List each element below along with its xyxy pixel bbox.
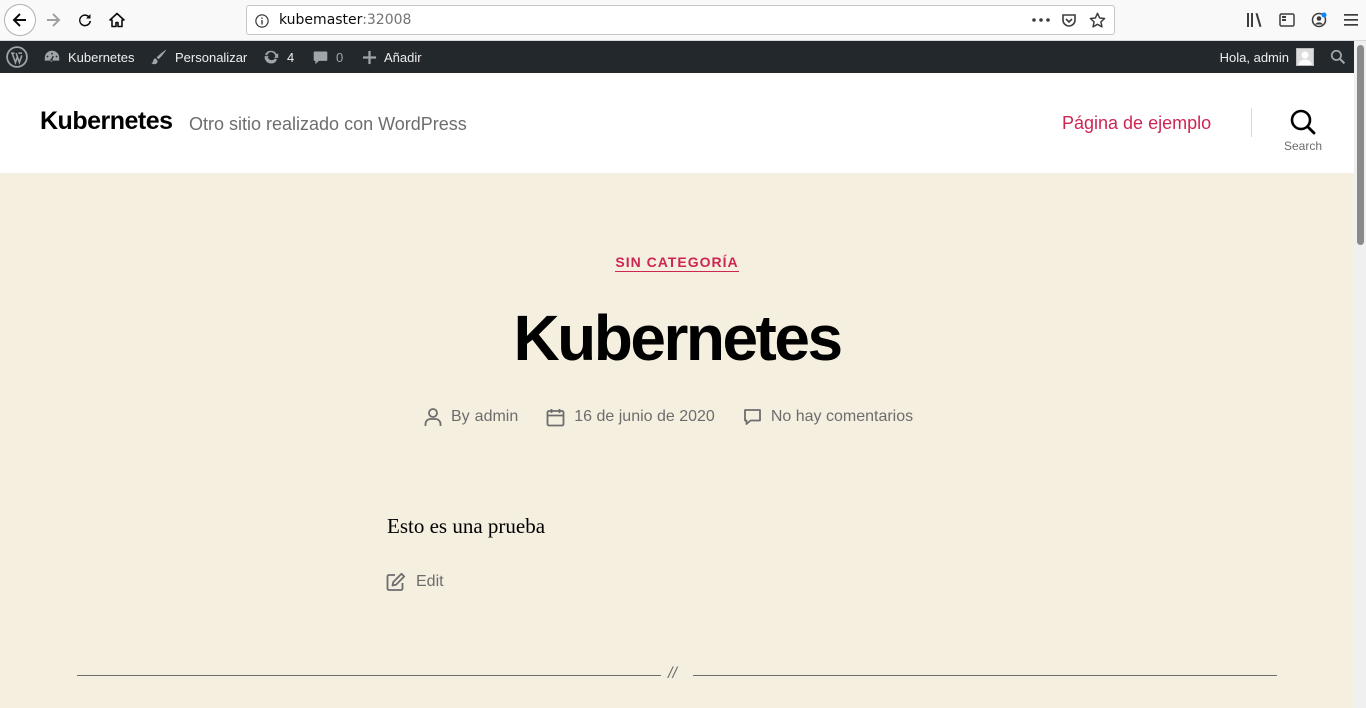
site-description: Otro sitio realizado con WordPress [189, 114, 467, 134]
url-port: :32008 [362, 12, 412, 28]
avatar [1296, 48, 1314, 66]
comments-link[interactable]: No hay comentarios [771, 408, 913, 426]
page-actions-icon[interactable] [1032, 11, 1050, 29]
browser-toolbar: kubemaster:32008 [0, 0, 1366, 41]
back-button[interactable] [4, 4, 36, 36]
post-separator: // [77, 665, 1277, 685]
post-entry: SIN CATEGORÍA Kubernetes By admin 16 de … [0, 173, 1354, 708]
post-date: 16 de junio de 2020 [546, 407, 715, 427]
info-icon[interactable] [255, 13, 269, 32]
reload-icon [79, 14, 91, 27]
new-content-label: Añadir [384, 49, 422, 65]
separator-line-right [693, 675, 1277, 676]
separator-line-left [77, 675, 661, 676]
scrollbar-thumb[interactable] [1357, 45, 1364, 245]
pocket-icon[interactable] [1060, 11, 1078, 29]
howdy-label: Hola, admin [1219, 49, 1289, 65]
library-icon[interactable] [1246, 10, 1264, 30]
updates-count: 4 [287, 49, 295, 65]
paintbrush-icon [151, 49, 167, 65]
wp-admin-bar: Kubernetes Personalizar 4 0 Añadir Hola,… [0, 41, 1354, 73]
plus-icon [362, 50, 377, 64]
updates-icon [264, 50, 279, 64]
edit-label: Edit [416, 573, 444, 590]
reload-button[interactable] [70, 5, 100, 35]
page-scrollbar[interactable] [1354, 41, 1366, 708]
edit-icon [386, 572, 406, 591]
search-label: Search [1283, 139, 1323, 153]
calendar-icon [546, 408, 565, 426]
site-name-label: Kubernetes [68, 49, 135, 65]
date-link[interactable]: 16 de junio de 2020 [574, 408, 715, 426]
category-link-wrap: SIN CATEGORÍA [0, 254, 1354, 272]
site-title[interactable]: Kubernetes [40, 107, 173, 136]
post-meta: By admin 16 de junio de 2020 No hay come… [424, 407, 913, 427]
post-content: Esto es una prueba [387, 514, 546, 538]
menu-item-sample-page[interactable]: Página de ejemplo [1062, 113, 1211, 134]
author-link[interactable]: admin [475, 408, 519, 426]
search-icon [1290, 109, 1316, 135]
arrow-right-icon [47, 13, 61, 27]
user-icon [424, 408, 442, 426]
category-link[interactable]: SIN CATEGORÍA [615, 254, 739, 272]
address-bar[interactable]: kubemaster:32008 [246, 5, 1115, 35]
new-content-menu[interactable]: Añadir [362, 41, 422, 73]
post-title: Kubernetes [513, 302, 843, 374]
comments-link[interactable]: 0 [312, 41, 343, 73]
edit-post-link[interactable]: Edit [386, 572, 444, 592]
sidebar-icon[interactable] [1278, 10, 1296, 30]
home-icon [109, 12, 125, 28]
account-icon[interactable] [1310, 10, 1328, 30]
updates-link[interactable]: 4 [262, 41, 294, 73]
url-host: kubemaster [279, 12, 363, 28]
comment-bubble-icon [313, 51, 328, 64]
comments-count: 0 [336, 49, 344, 65]
arrow-left-icon [12, 13, 26, 27]
comment-icon [743, 409, 761, 425]
site-name-menu[interactable]: Kubernetes [43, 41, 135, 73]
search-toggle-button[interactable]: Search [1280, 109, 1326, 153]
hamburger-menu-icon[interactable] [1342, 10, 1360, 30]
author-prefix: By [451, 408, 470, 425]
search-icon [1330, 49, 1346, 65]
home-button[interactable] [102, 5, 132, 35]
bookmark-star-icon[interactable] [1088, 11, 1106, 29]
customize-label: Personalizar [175, 49, 248, 65]
wordpress-logo-icon [6, 46, 28, 68]
header-divider [1251, 108, 1252, 137]
post-author: By admin [424, 407, 518, 427]
separator-mark: // [668, 665, 677, 682]
wp-logo-button[interactable] [6, 41, 28, 73]
adminbar-search-button[interactable] [1330, 41, 1346, 73]
post-comments: No hay comentarios [743, 407, 913, 427]
my-account-menu[interactable]: Hola, admin [1220, 41, 1314, 73]
customize-link[interactable]: Personalizar [150, 41, 247, 73]
forward-button[interactable] [38, 5, 68, 35]
dashboard-icon [44, 50, 60, 62]
site-header: Kubernetes Otro sitio realizado con Word… [0, 73, 1354, 173]
url-text[interactable]: kubemaster:32008 [279, 12, 411, 28]
